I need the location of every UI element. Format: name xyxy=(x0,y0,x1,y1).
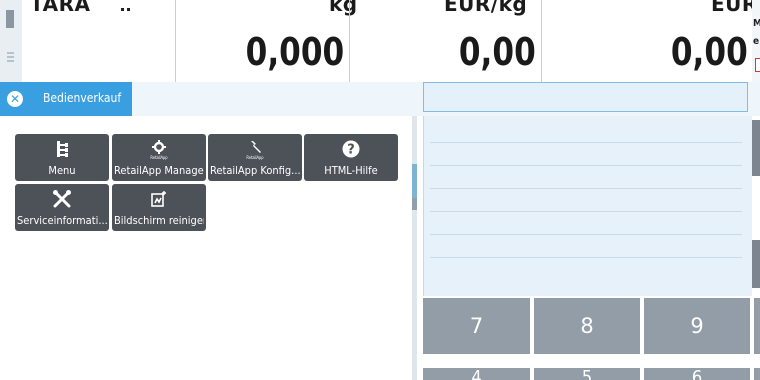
retailapp-manager-button[interactable]: RetailApp RetailApp Manager xyxy=(112,134,206,181)
bildschirm-reinigen-button[interactable]: Bildschirm reinigen xyxy=(112,184,206,231)
menu-button[interactable]: Menu xyxy=(15,134,109,181)
left-edge-handle xyxy=(6,10,14,28)
search-input[interactable] xyxy=(423,82,748,112)
numpad-key-extra[interactable] xyxy=(754,298,760,354)
retailapp-caption: RetailApp xyxy=(150,155,168,160)
serviceinformation-button[interactable]: Serviceinformati... xyxy=(15,184,109,231)
html-hilfe-button[interactable]: ? HTML-Hilfe xyxy=(304,134,398,181)
bildschirm-reinigen-label: Bildschirm reinigen xyxy=(114,214,204,227)
panel-splitter[interactable] xyxy=(412,116,417,380)
retailapp-manager-label: RetailApp Manager xyxy=(114,164,204,177)
serviceinformation-label: Serviceinformati... xyxy=(17,214,107,227)
retailapp-konfig-button[interactable]: RetailApp RetailApp Konfig... xyxy=(208,134,302,181)
close-circle-icon[interactable]: ✕ xyxy=(7,91,23,107)
numpad-key-9[interactable]: 9 xyxy=(644,298,750,354)
splitter-handle[interactable] xyxy=(412,164,417,198)
help-icon: ? xyxy=(304,140,398,162)
total-unit: EUR xyxy=(711,0,758,16)
tab-bedienverkauf[interactable]: ✕ Bedienverkauf xyxy=(0,82,132,116)
side-button[interactable] xyxy=(752,240,760,288)
tools-icon xyxy=(15,190,109,212)
numpad-key-5[interactable]: 5 xyxy=(534,368,640,380)
app-launcher-panel: Menu RetailApp RetailApp Manager RetailA… xyxy=(0,116,410,380)
menu-tree-icon xyxy=(15,140,109,162)
total-value: 0,00 xyxy=(671,30,748,74)
tara-dots xyxy=(121,8,131,11)
retailapp-caption: RetailApp xyxy=(246,155,264,160)
tab-label: Bedienverkauf xyxy=(43,91,122,105)
svg-text:?: ? xyxy=(347,143,355,158)
weight-value: 0,000 xyxy=(245,30,344,74)
numpad: 7 8 9 4 5 6 xyxy=(423,296,760,380)
right-edge-panel: M e xyxy=(752,0,760,82)
unit-price-value: 0,00 xyxy=(459,30,536,74)
tara-label: TARA xyxy=(30,0,91,16)
scale-display: TARA kg 0,000 EUR/kg 0,00 EUR 0,00 M e xyxy=(0,0,760,82)
weight-unit: kg xyxy=(329,0,358,16)
html-hilfe-label: HTML-Hilfe xyxy=(324,164,378,177)
item-list-panel xyxy=(423,116,752,296)
retailapp-konfig-label: RetailApp Konfig... xyxy=(210,164,300,177)
numpad-key-4[interactable]: 4 xyxy=(423,368,530,380)
left-edge-strip xyxy=(0,0,22,82)
side-button[interactable] xyxy=(752,120,760,176)
unit-price-unit: EUR/kg xyxy=(444,0,528,16)
menu-button-label: Menu xyxy=(48,164,76,177)
numpad-key-6[interactable]: 6 xyxy=(644,368,750,380)
clean-screen-icon xyxy=(112,190,206,212)
right-side-buttons xyxy=(752,116,760,296)
tab-bar: ✕ Bedienverkauf xyxy=(0,82,760,116)
numpad-key-7[interactable]: 7 xyxy=(423,298,530,354)
numpad-key-8[interactable]: 8 xyxy=(534,298,640,354)
